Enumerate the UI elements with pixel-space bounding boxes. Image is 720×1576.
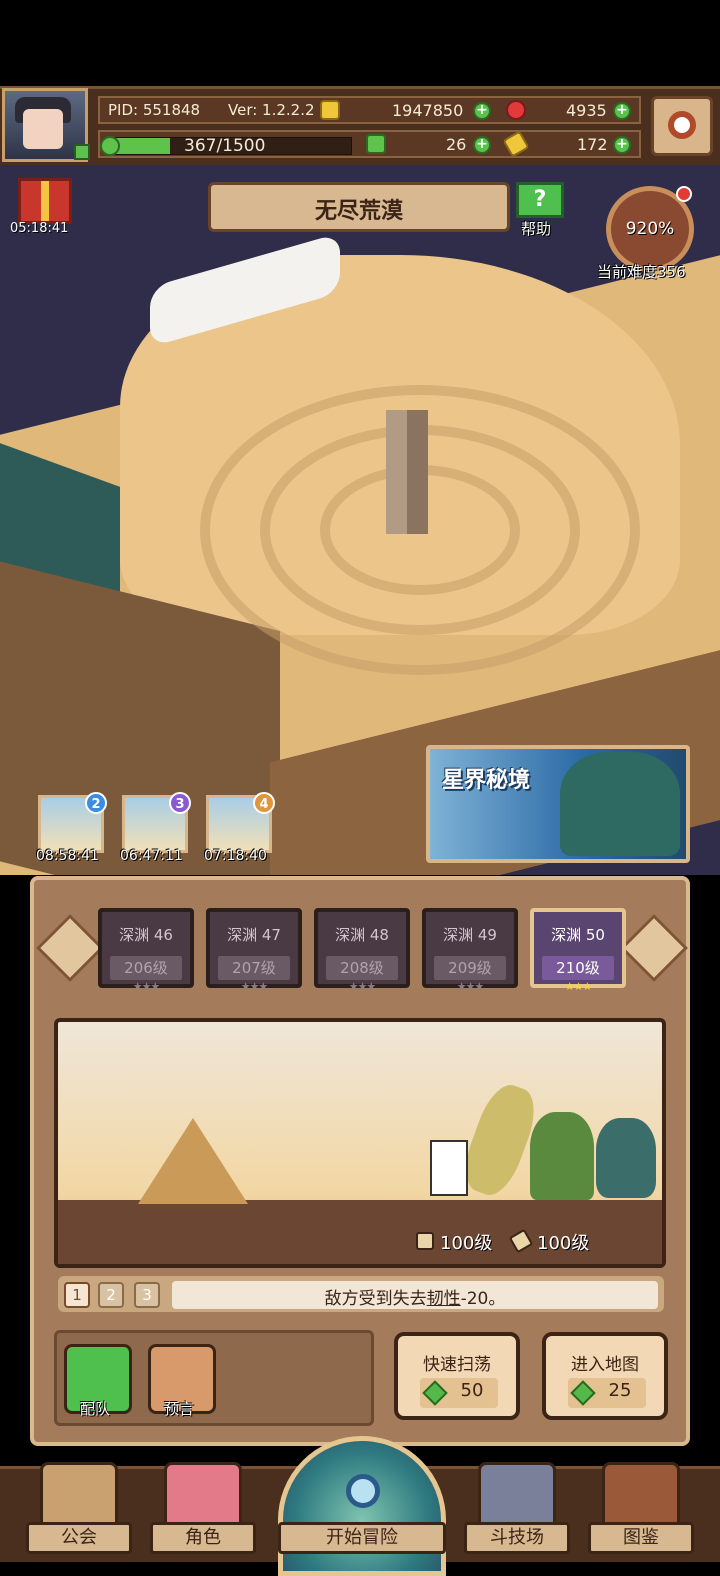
gear-icon bbox=[668, 111, 696, 139]
magnifier-icon bbox=[346, 1474, 380, 1508]
slot-number: 3 bbox=[169, 792, 191, 814]
obelisk[interactable] bbox=[386, 410, 428, 534]
settings-button[interactable] bbox=[651, 96, 713, 156]
nav-character[interactable]: 角色 bbox=[150, 1522, 256, 1554]
quick-sweep-button[interactable]: 快速扫荡 50 bbox=[394, 1332, 520, 1420]
tip-text-prefix: 敌方受到失去 bbox=[324, 1289, 427, 1309]
stamina-text: 367/1500 bbox=[184, 136, 266, 156]
team-button-label: 配队 bbox=[80, 1400, 111, 1418]
stage-level: 208级 bbox=[326, 956, 398, 980]
enter-map-button[interactable]: 进入地图 25 bbox=[542, 1332, 668, 1420]
gold-amount: 1947850 bbox=[392, 101, 464, 120]
stage-tab-46[interactable]: 深渊 46 206级 ★★★ bbox=[98, 908, 194, 993]
guild-icon[interactable] bbox=[40, 1462, 118, 1526]
quick-sweep-cost-value: 50 bbox=[460, 1380, 484, 1401]
stage-tab-48[interactable]: 深渊 48 208级 ★★★ bbox=[314, 908, 410, 993]
tent bbox=[138, 1118, 248, 1204]
expedition-slot[interactable]: 2 bbox=[38, 792, 107, 853]
enter-map-label: 进入地图 bbox=[571, 1355, 639, 1375]
stamina-leaf-icon bbox=[100, 136, 120, 156]
cat-hero bbox=[430, 1140, 468, 1196]
slot-timer: 06:47:11 bbox=[120, 848, 183, 864]
player-level: 100级 bbox=[440, 1233, 493, 1254]
nav-guild[interactable]: 公会 bbox=[26, 1522, 132, 1554]
tip-text: 敌方受到失去韧性-20。 bbox=[172, 1284, 658, 1309]
player-level-icon bbox=[416, 1232, 434, 1250]
enter-map-cost-value: 25 bbox=[608, 1380, 632, 1401]
notification-dot-icon bbox=[676, 186, 692, 202]
gold-add-icon[interactable]: + bbox=[473, 102, 491, 120]
clover-icon bbox=[366, 134, 386, 154]
pet-level: 100级 bbox=[537, 1233, 590, 1254]
slot-number: 2 bbox=[85, 792, 107, 814]
stage-name: 深渊 46 bbox=[119, 926, 173, 944]
tip-tab-3[interactable]: 3 bbox=[134, 1282, 160, 1308]
stage-stars-icon: ★★★ bbox=[240, 980, 269, 993]
avatar-badge-icon bbox=[74, 144, 90, 160]
stage-stars-icon: ★★★ bbox=[348, 980, 377, 993]
gift-ribbon bbox=[41, 181, 49, 221]
crossed-swords-icon[interactable] bbox=[478, 1462, 556, 1526]
quick-sweep-cost: 50 bbox=[420, 1378, 498, 1408]
difficulty-label: 当前难度356 bbox=[597, 263, 686, 281]
stage-name: 深渊 49 bbox=[443, 926, 497, 944]
nav-arena[interactable]: 斗技场 bbox=[464, 1522, 570, 1554]
key-add-icon[interactable]: + bbox=[613, 136, 631, 154]
stage-name: 深渊 47 bbox=[227, 926, 281, 944]
astral-realm-title: 星界秘境 bbox=[442, 768, 531, 793]
stage-tab-47[interactable]: 深渊 47 207级 ★★★ bbox=[206, 908, 302, 993]
slot-number: 4 bbox=[253, 792, 275, 814]
key-amount: 172 bbox=[577, 135, 608, 154]
expedition-slot[interactable]: 3 bbox=[122, 792, 191, 853]
pid-text: PID: 551848 bbox=[108, 101, 201, 119]
tip-tab-2[interactable]: 2 bbox=[98, 1282, 124, 1308]
astral-character-art bbox=[560, 752, 680, 856]
stage-level: 207级 bbox=[218, 956, 290, 980]
stage-level: 209级 bbox=[434, 956, 506, 980]
book-icon[interactable] bbox=[602, 1462, 680, 1526]
quick-sweep-label: 快速扫荡 bbox=[423, 1355, 491, 1375]
nav-codex[interactable]: 图鉴 bbox=[588, 1522, 694, 1554]
stage-name: 深渊 48 bbox=[335, 926, 389, 944]
ruby-amount: 4935 bbox=[566, 101, 607, 120]
ruby-add-icon[interactable]: + bbox=[613, 102, 631, 120]
stage-tab-50[interactable]: 深渊 50 210级 ★★★ bbox=[530, 908, 626, 993]
gift-timer: 05:18:41 bbox=[10, 221, 69, 236]
clover-add-icon[interactable]: + bbox=[473, 136, 491, 154]
gold-coin-icon bbox=[320, 100, 340, 120]
stage-level: 210级 bbox=[542, 956, 614, 980]
gorgon-monster bbox=[596, 1118, 656, 1198]
expedition-slot[interactable]: 4 bbox=[206, 792, 275, 853]
enter-map-cost: 25 bbox=[568, 1378, 646, 1408]
gift-box-icon[interactable] bbox=[18, 178, 72, 224]
ruby-icon bbox=[506, 100, 526, 120]
map-title: 无尽荒漠 bbox=[314, 199, 403, 224]
version-text: Ver: 1.2.2.2 bbox=[228, 101, 315, 119]
stage-stars-icon: ★★★ bbox=[564, 980, 593, 993]
plant-monster bbox=[530, 1112, 594, 1200]
clover-icon bbox=[570, 1380, 596, 1406]
difficulty-percent: 920% bbox=[625, 219, 675, 239]
help-button[interactable]: ? bbox=[516, 182, 564, 218]
stage-stars-icon: ★★★ bbox=[132, 980, 161, 993]
character-icon[interactable] bbox=[164, 1462, 242, 1526]
avatar-face bbox=[23, 109, 63, 149]
slot-timer: 07:18:40 bbox=[204, 848, 267, 864]
tip-text-keyword[interactable]: 韧性 bbox=[427, 1289, 461, 1309]
help-label: 帮助 bbox=[521, 220, 552, 238]
tip-text-suffix: -20。 bbox=[460, 1289, 506, 1309]
prophecy-button-label: 预言 bbox=[164, 1400, 195, 1418]
slot-timer: 08:58:41 bbox=[36, 848, 99, 864]
stage-name: 深渊 50 bbox=[551, 926, 605, 944]
stage-tab-49[interactable]: 深渊 49 209级 ★★★ bbox=[422, 908, 518, 993]
clover-icon bbox=[422, 1380, 448, 1406]
tip-tab-1[interactable]: 1 bbox=[64, 1282, 90, 1308]
clover-amount: 26 bbox=[446, 135, 467, 154]
stage-level: 206级 bbox=[110, 956, 182, 980]
stage-stars-icon: ★★★ bbox=[456, 980, 485, 993]
nav-start-adventure[interactable]: 开始冒险 bbox=[278, 1522, 446, 1554]
